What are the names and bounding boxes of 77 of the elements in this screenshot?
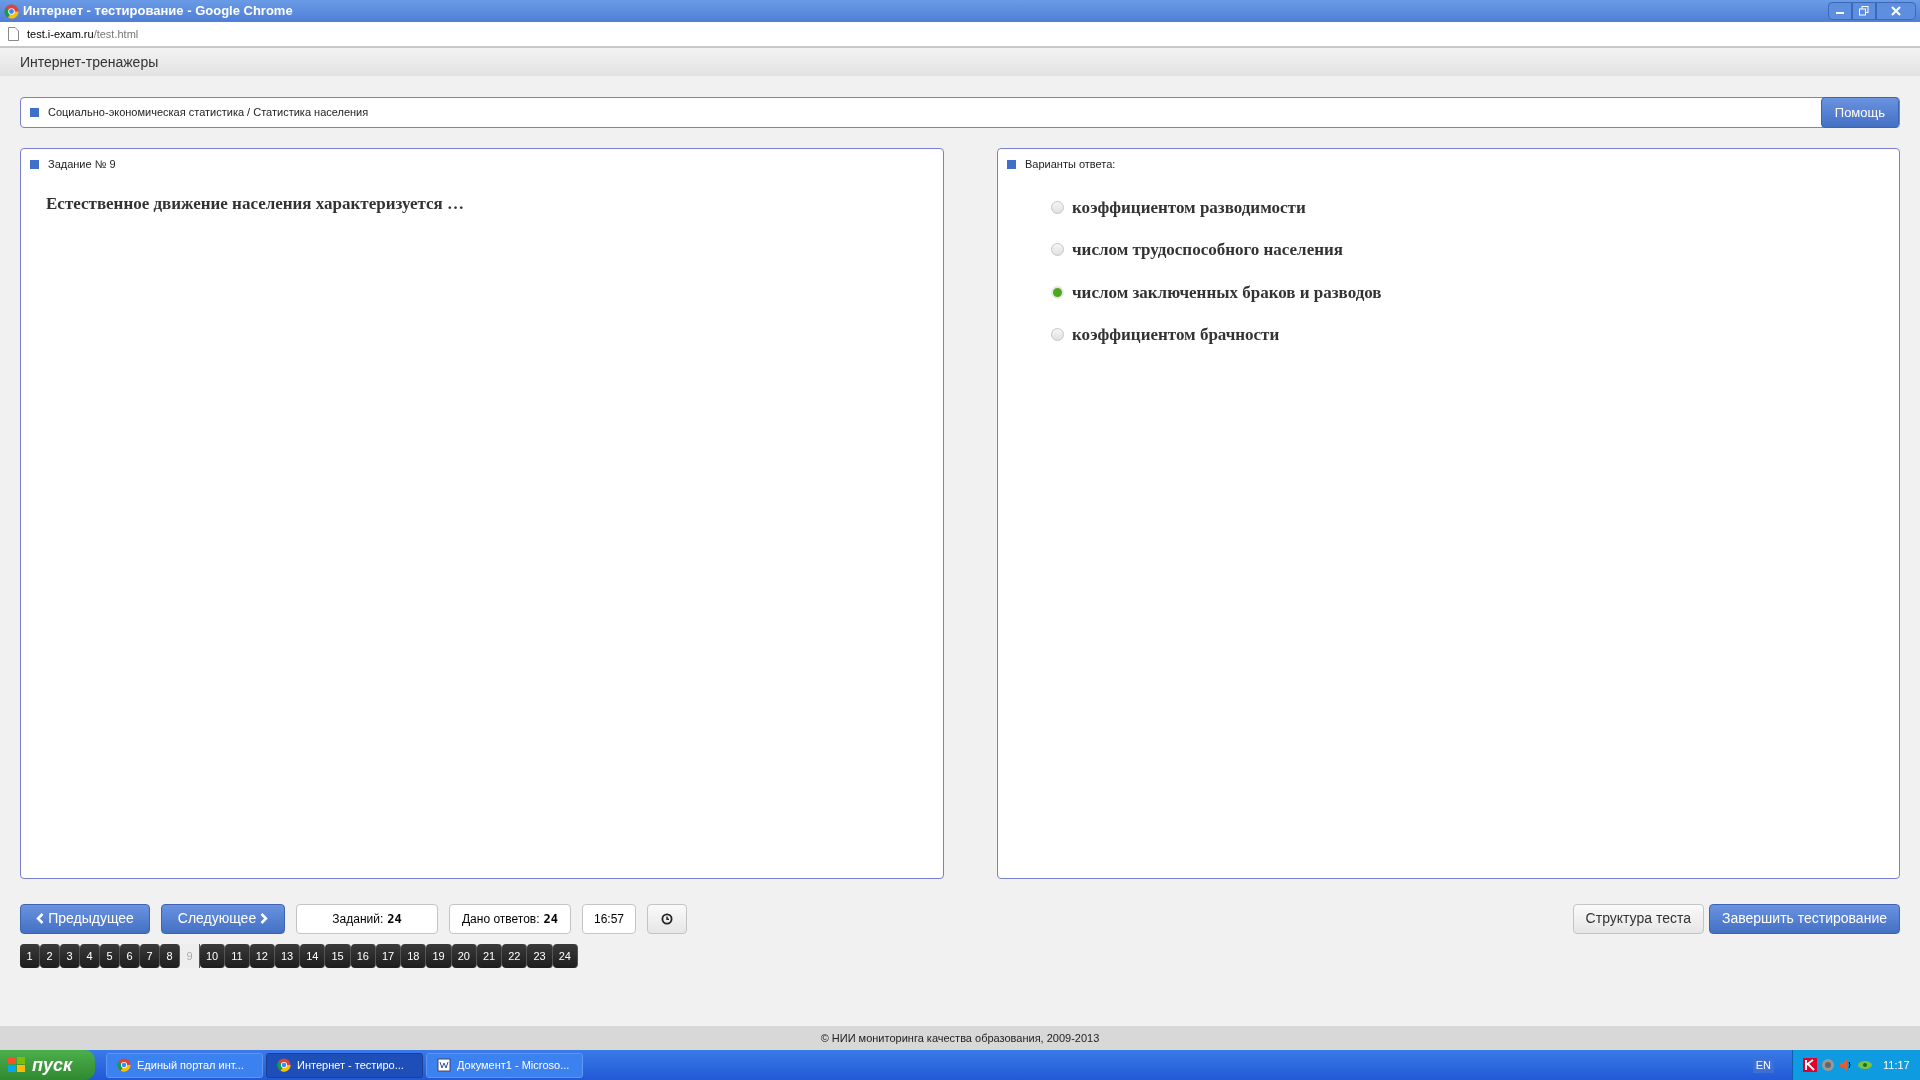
- copyright-text: © НИИ мониторинга качества образования, 2009-2013: [820, 1030, 1100, 1046]
- taskbar-button[interactable]: Интернет - тестиро...: [266, 1052, 423, 1078]
- page-number-button[interactable]: 5: [100, 944, 120, 968]
- page-number-button[interactable]: 8: [160, 944, 180, 968]
- finish-button[interactable]: Завершить тестирование: [1709, 903, 1900, 934]
- restore-button[interactable]: [1852, 2, 1876, 20]
- radio-button[interactable]: [1051, 285, 1064, 299]
- page-number-button[interactable]: 1: [20, 944, 40, 968]
- restore-icon: [1859, 6, 1869, 16]
- page-number-button[interactable]: 13: [274, 944, 301, 968]
- radio-button[interactable]: [1051, 243, 1064, 257]
- timer: 16:57: [582, 903, 636, 934]
- clock-button[interactable]: [647, 903, 687, 934]
- page-number-button[interactable]: 16: [350, 944, 376, 968]
- window-title: Интернет - тестирование - Google Chrome: [23, 2, 293, 21]
- help-button[interactable]: Помощь: [1820, 97, 1899, 128]
- chrome-logo-icon: [117, 1058, 131, 1072]
- bullet-icon: [30, 159, 39, 169]
- page-number-button[interactable]: 3: [60, 944, 80, 968]
- panel-title: Варианты ответа:: [1025, 157, 1116, 172]
- answer-option[interactable]: коэффициентом брачности: [1072, 322, 1280, 348]
- page-number-button[interactable]: 15: [325, 944, 351, 968]
- page-icon: [8, 27, 19, 41]
- url-text: test.i-exam.ru/test.html: [27, 26, 139, 42]
- address-bar[interactable]: test.i-exam.ru/test.html: [0, 22, 1920, 48]
- page-number-button[interactable]: 6: [120, 944, 140, 968]
- eye-icon[interactable]: [1857, 1059, 1873, 1071]
- answered-count: 24: [543, 910, 559, 928]
- bullet-icon: [30, 108, 39, 117]
- question-text: Естественное движение населения характеризуется …: [46, 192, 465, 215]
- volume-icon[interactable]: [1839, 1058, 1853, 1072]
- start-button[interactable]: пуск: [0, 1050, 95, 1080]
- document-icon: [437, 1058, 451, 1072]
- page-number-button[interactable]: 10: [200, 944, 226, 968]
- page-number-button[interactable]: 22: [502, 944, 528, 968]
- page-number-button[interactable]: 11: [225, 944, 250, 968]
- page-number-button[interactable]: 23: [527, 944, 553, 968]
- previous-button[interactable]: Предыдущее: [20, 903, 150, 934]
- answer-option[interactable]: числом трудоспособного населения: [1072, 237, 1343, 263]
- page-number-button[interactable]: 19: [426, 944, 452, 968]
- breadcrumb-text: Социально-экономическая статистика / Статистика населения: [48, 105, 369, 121]
- chevron-right-icon: [260, 913, 269, 924]
- site-title: Интернет-тренажеры: [20, 52, 159, 72]
- page-number-button[interactable]: 12: [249, 944, 275, 968]
- next-button[interactable]: Следующее: [161, 903, 285, 934]
- page-number-button[interactable]: 21: [476, 944, 503, 968]
- close-button[interactable]: [1876, 2, 1916, 20]
- page-number-button[interactable]: 2: [40, 944, 60, 968]
- page-number-button[interactable]: 17: [375, 944, 402, 968]
- panel-title: Задание № 9: [48, 157, 116, 172]
- tasks-label: Заданий:: [332, 910, 384, 928]
- clock-text: 11:17: [1883, 1057, 1910, 1073]
- page-number-button[interactable]: 4: [80, 944, 100, 968]
- page-number-button[interactable]: 14: [300, 944, 326, 968]
- language-indicator[interactable]: EN: [1752, 1056, 1774, 1074]
- antivirus-k-icon[interactable]: [1803, 1058, 1817, 1072]
- tasks-count: 24: [387, 910, 402, 928]
- chrome-logo-icon: [277, 1058, 291, 1072]
- windows-logo-icon: [8, 1057, 26, 1073]
- structure-button[interactable]: Структура теста: [1572, 903, 1704, 934]
- taskbar-button[interactable]: Документ1 - Microso...: [426, 1052, 583, 1078]
- answered-label: Дано ответов:: [461, 910, 540, 928]
- clock-icon: [661, 912, 673, 925]
- page-number-button[interactable]: 20: [451, 944, 477, 968]
- page-number-button[interactable]: 7: [140, 944, 160, 968]
- close-icon: [1891, 6, 1901, 16]
- bullet-icon: [1007, 159, 1016, 169]
- page-number-button[interactable]: 24: [552, 944, 578, 968]
- answer-option[interactable]: числом заключенных браков и разводов: [1072, 279, 1382, 305]
- answer-option[interactable]: коэффициентом разводимости: [1072, 194, 1306, 220]
- page-number-button[interactable]: 18: [401, 944, 427, 968]
- minimize-button[interactable]: [1828, 2, 1852, 20]
- chevron-left-icon: [36, 913, 45, 924]
- chrome-logo-icon: [4, 3, 19, 19]
- taskbar-button[interactable]: Единый портал инт...: [106, 1052, 263, 1078]
- radio-button[interactable]: [1051, 328, 1064, 342]
- radio-button[interactable]: [1051, 200, 1064, 214]
